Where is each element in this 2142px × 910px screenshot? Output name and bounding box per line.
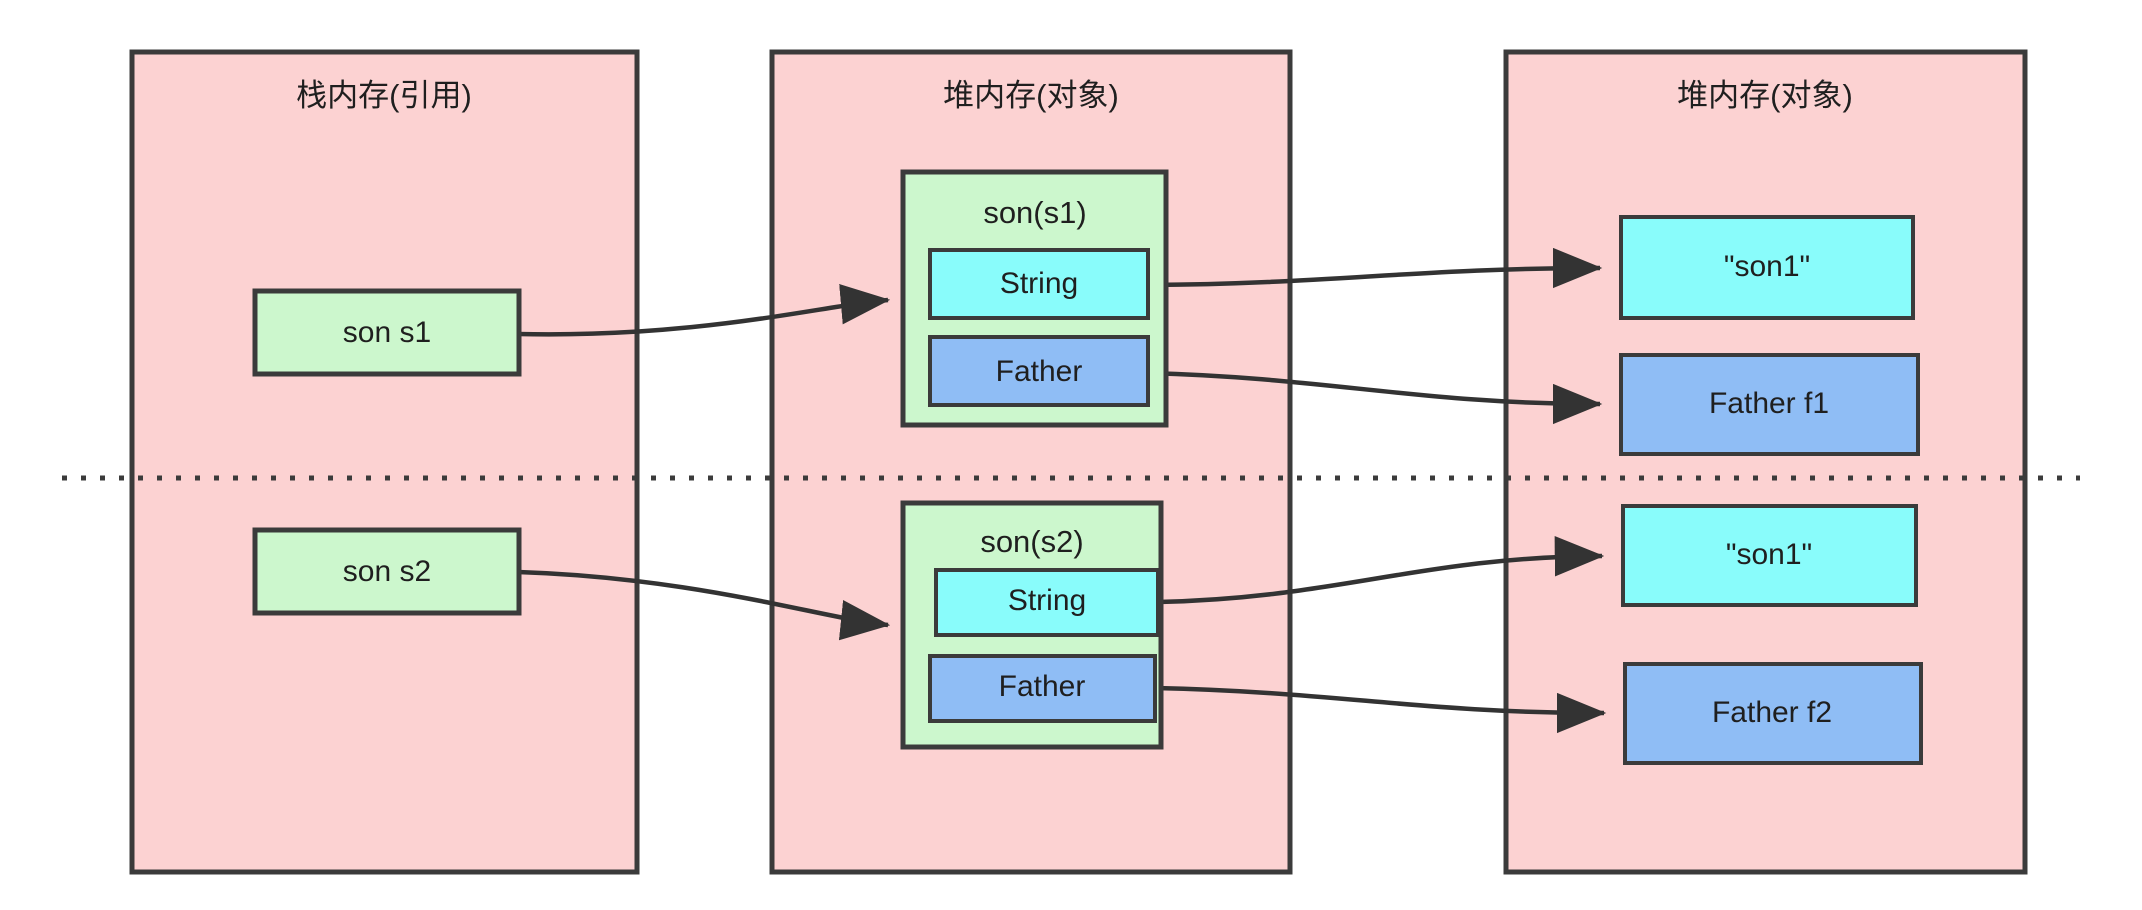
stack-ref-son-s2-label: son s2 bbox=[343, 555, 431, 588]
field-s2-string-label: String bbox=[1008, 584, 1086, 617]
stack-ref-son-s1-label: son s1 bbox=[343, 316, 431, 349]
heap-value-son1-bottom[interactable]: "son1" bbox=[1621, 504, 1918, 607]
memory-model-diagram: 栈内存(引用) 堆内存(对象) 堆内存(对象) son s1 son s2 so… bbox=[0, 0, 2142, 910]
panel-stack-memory: 栈内存(引用) bbox=[129, 49, 640, 875]
panel-stack-memory-background bbox=[129, 49, 640, 875]
object-son-s2-label: son(s2) bbox=[980, 524, 1083, 559]
heap-value-father-f2-label: Father f2 bbox=[1712, 696, 1832, 729]
object-son-s1[interactable]: son(s1) String Father bbox=[900, 169, 1169, 428]
object-son-s2[interactable]: son(s2) String Father bbox=[900, 500, 1164, 750]
heap-value-father-f1[interactable]: Father f1 bbox=[1619, 353, 1920, 456]
panel-stack-memory-title: 栈内存(引用) bbox=[296, 78, 472, 113]
field-s2-father-label: Father bbox=[999, 670, 1086, 703]
heap-value-father-f2[interactable]: Father f2 bbox=[1623, 662, 1923, 765]
object-son-s1-label: son(s1) bbox=[983, 195, 1086, 230]
stack-ref-son-s1[interactable]: son s1 bbox=[252, 288, 522, 377]
heap-value-son1-bottom-label: "son1" bbox=[1726, 538, 1812, 571]
heap-value-father-f1-label: Father f1 bbox=[1709, 387, 1829, 420]
diagram-root: 栈内存(引用) 堆内存(对象) 堆内存(对象) son s1 son s2 so… bbox=[0, 0, 2142, 910]
field-s1-father-label: Father bbox=[996, 355, 1083, 388]
heap-value-son1-top[interactable]: "son1" bbox=[1619, 215, 1915, 320]
panel-heap-values-title: 堆内存(对象) bbox=[1677, 78, 1853, 113]
stack-ref-son-s2[interactable]: son s2 bbox=[252, 527, 522, 616]
heap-value-son1-top-label: "son1" bbox=[1724, 250, 1810, 283]
field-s1-string-label: String bbox=[1000, 267, 1078, 300]
panel-heap-objects-title: 堆内存(对象) bbox=[943, 78, 1119, 113]
